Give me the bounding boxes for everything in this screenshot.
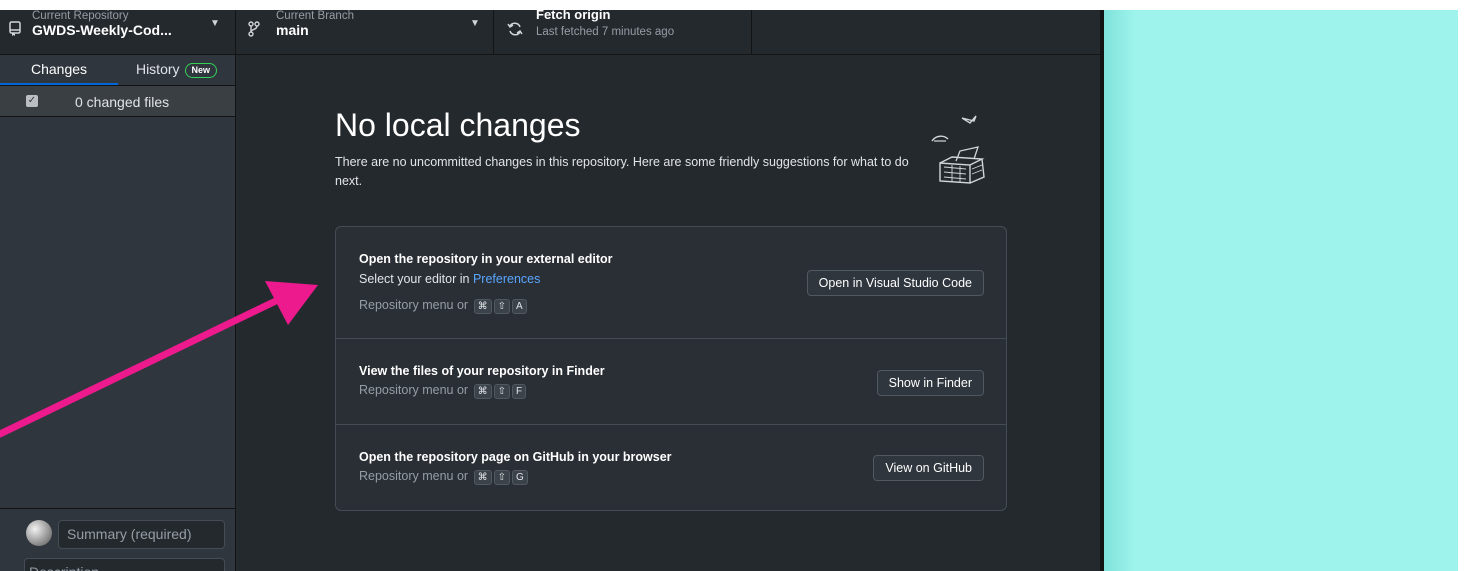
empty-state-illustration <box>931 115 985 184</box>
shift-key: ⇧ <box>493 470 510 485</box>
shift-key: ⇧ <box>493 384 510 399</box>
keyboard-shortcut: Repository menu or ⌘ ⇧ F <box>359 383 527 399</box>
main-panel: No local changes There are no uncommitte… <box>236 55 1100 571</box>
outside-area-shadow <box>1104 10 1136 571</box>
summary-input[interactable]: Summary (required) <box>58 520 225 549</box>
app-window: Current Repository GWDS-Weekly-Cod... ▼ … <box>0 10 1458 571</box>
tab-changes[interactable]: Changes <box>0 55 118 85</box>
new-badge: New <box>184 63 218 78</box>
fetch-subtitle: Last fetched 7 minutes ago <box>536 26 675 38</box>
sidebar-tabs: Changes History New <box>0 55 235 86</box>
keyboard-shortcut: Repository menu or ⌘ ⇧ A <box>359 298 527 314</box>
suggestion-view-on-github: Open the repository page on GitHub in yo… <box>336 425 1006 510</box>
branch-icon <box>248 21 260 42</box>
tab-changes-label: Changes <box>30 61 88 77</box>
command-key: ⌘ <box>473 384 492 399</box>
suggestion-subtitle: Select your editor in Preferences <box>359 272 541 286</box>
show-in-finder-button[interactable]: Show in Finder <box>876 370 984 396</box>
suggestion-show-in-finder: View the files of your repository in Fin… <box>336 339 1006 425</box>
letter-key: F <box>511 384 527 399</box>
tab-history-label: History <box>135 61 180 77</box>
keyboard-shortcut: Repository menu or ⌘ ⇧ G <box>359 469 528 485</box>
sync-icon <box>507 21 523 42</box>
repository-name: GWDS-Weekly-Cod... <box>32 22 172 38</box>
view-on-github-button[interactable]: View on GitHub <box>873 455 984 481</box>
outside-area <box>1104 10 1458 571</box>
tab-history[interactable]: History New <box>118 55 235 85</box>
fetch-title: Fetch origin <box>536 10 611 22</box>
suggestion-title: View the files of your repository in Fin… <box>359 364 605 378</box>
chevron-down-icon: ▼ <box>470 18 480 29</box>
intro-text: There are no uncommitted changes in this… <box>335 155 909 188</box>
branch-label: Current Branch <box>276 10 354 22</box>
shift-key: ⇧ <box>493 299 510 314</box>
sidebar: Changes History New ✓ 0 changed files Sum… <box>0 55 236 571</box>
changed-files-count: 0 changed files <box>75 94 170 110</box>
page-title: No local changes <box>335 107 581 143</box>
command-key: ⌘ <box>473 299 492 314</box>
letter-key: A <box>511 299 527 314</box>
description-input[interactable]: Description <box>24 558 225 571</box>
repository-selector[interactable]: Current Repository GWDS-Weekly-Cod... ▼ <box>0 10 236 55</box>
preferences-link[interactable]: Preferences <box>473 272 540 286</box>
letter-key: G <box>511 470 528 485</box>
branch-selector[interactable]: Current Branch main ▼ <box>236 10 494 55</box>
select-all-checkbox[interactable]: ✓ <box>26 95 38 107</box>
chevron-down-icon: ▼ <box>210 18 220 29</box>
repo-icon <box>8 21 22 42</box>
suggestion-title: Open the repository in your external edi… <box>359 252 613 266</box>
suggestion-external-editor: Open the repository in your external edi… <box>336 227 1006 339</box>
command-key: ⌘ <box>473 470 492 485</box>
fetch-origin-button[interactable]: Fetch origin Last fetched 7 minutes ago <box>494 10 752 55</box>
avatar <box>26 520 52 546</box>
repository-label: Current Repository <box>32 10 129 22</box>
suggestion-title: Open the repository page on GitHub in yo… <box>359 450 672 464</box>
commit-area: Summary (required) Description <box>0 508 235 571</box>
suggestions-card: Open the repository in your external edi… <box>335 226 1007 511</box>
toolbar: Current Repository GWDS-Weekly-Cod... ▼ … <box>0 10 1100 55</box>
branch-name: main <box>276 22 309 38</box>
open-in-vscode-button[interactable]: Open in Visual Studio Code <box>806 270 984 296</box>
